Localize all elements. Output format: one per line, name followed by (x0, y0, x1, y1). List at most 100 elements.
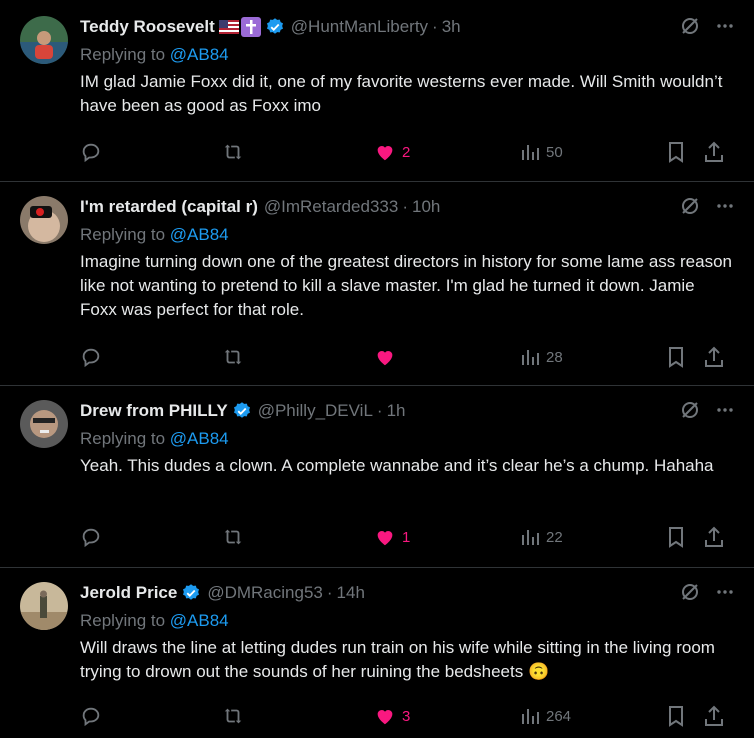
reply-icon (82, 707, 100, 727)
like-count: 3 (402, 707, 411, 725)
views-button[interactable]: 28 (520, 347, 563, 367)
more-options-icon[interactable] (716, 583, 734, 601)
separator-dot: · (402, 197, 408, 216)
bookmark-icon (669, 347, 683, 368)
more-options-icon[interactable] (716, 17, 734, 35)
like-count: 2 (402, 143, 411, 161)
view-count: 28 (546, 348, 563, 366)
author-name[interactable]: Jerold Price (80, 583, 177, 603)
views-chart-icon (522, 530, 539, 545)
avatar[interactable] (20, 196, 68, 244)
like-count: 1 (402, 528, 411, 546)
timestamp[interactable]: 14h (337, 583, 365, 603)
reply-mention-link[interactable]: @AB84 (170, 225, 229, 244)
grok-icon[interactable] (680, 16, 700, 36)
reply-button[interactable] (80, 526, 102, 548)
share-icon (705, 526, 723, 547)
tweet[interactable]: Drew from PHILLY @Philly_DEViL · 1h Repl… (0, 386, 754, 568)
author-handle[interactable]: @HuntManLiberty (291, 17, 428, 37)
reply-button[interactable] (80, 346, 102, 368)
repost-button[interactable] (222, 705, 244, 727)
separator-dot: · (376, 401, 383, 420)
share-icon (705, 346, 723, 367)
repost-icon (224, 144, 242, 160)
repost-button[interactable] (222, 141, 244, 163)
replying-to-line: Replying to @AB84 (80, 45, 229, 64)
timestamp[interactable]: 3h (442, 17, 461, 37)
like-button[interactable] (374, 346, 402, 368)
tweet-text: Will draws the line at letting dudes run… (80, 638, 715, 681)
share-button[interactable] (704, 346, 724, 368)
heart-icon (377, 146, 393, 161)
author-handle[interactable]: @Philly_DEViL (258, 401, 373, 421)
reply-mention-link[interactable]: @AB84 (170, 611, 229, 630)
share-button[interactable] (704, 141, 724, 163)
reply-button[interactable] (80, 705, 102, 727)
share-icon (705, 141, 723, 162)
tweet[interactable]: Jerold Price @DMRacing53 · 14h Replying … (0, 568, 754, 738)
like-button[interactable]: 1 (374, 526, 410, 548)
avatar[interactable] (20, 582, 68, 630)
grok-icon[interactable] (680, 582, 700, 602)
tweet-text: IM glad Jamie Foxx did it, one of my fav… (80, 72, 723, 115)
share-button[interactable] (704, 705, 724, 727)
verified-badge-icon (183, 584, 200, 600)
bookmark-button[interactable] (666, 526, 686, 548)
like-button[interactable]: 2 (374, 141, 410, 163)
tweet-text: Imagine turning down one of the greatest… (80, 252, 733, 319)
replying-to-line: Replying to @AB84 (80, 611, 229, 630)
views-button[interactable]: 264 (520, 706, 571, 726)
like-button[interactable]: 3 (374, 705, 410, 727)
timestamp[interactable]: 10h (412, 197, 440, 217)
repost-button[interactable] (222, 346, 244, 368)
repost-icon (224, 529, 242, 545)
bookmark-button[interactable] (666, 346, 686, 368)
author-handle[interactable]: @DMRacing53 (207, 583, 323, 603)
views-chart-icon (522, 709, 539, 724)
share-button[interactable] (704, 526, 724, 548)
tweet[interactable]: I'm retarded (capital r) @ImRetarded333 … (0, 182, 754, 386)
author-name[interactable]: Drew from PHILLY (80, 401, 228, 421)
repost-icon (224, 708, 242, 724)
bookmark-button[interactable] (666, 141, 686, 163)
bookmark-icon (669, 706, 683, 727)
tweet[interactable]: Teddy Roosevelt @HuntManLiberty · 3h Rep… (0, 0, 754, 182)
separator-dot: · (326, 583, 333, 602)
replying-to-line: Replying to @AB84 (80, 225, 229, 244)
views-button[interactable]: 22 (520, 527, 563, 547)
avatar[interactable] (20, 400, 68, 448)
view-count: 50 (546, 143, 563, 161)
reply-mention-link[interactable]: @AB84 (170, 45, 229, 64)
more-options-icon[interactable] (716, 401, 734, 419)
view-count: 264 (546, 707, 572, 725)
latin-cross-icon (240, 17, 261, 37)
heart-icon (377, 710, 393, 725)
share-icon (705, 705, 723, 726)
author-handle[interactable]: @ImRetarded333 (264, 197, 398, 217)
author-name[interactable]: I'm retarded (capital r) (80, 197, 258, 217)
avatar[interactable] (20, 16, 68, 64)
repost-icon (224, 349, 242, 365)
more-options-icon[interactable] (716, 197, 734, 215)
heart-icon (377, 351, 393, 366)
grok-icon[interactable] (680, 400, 700, 420)
reply-icon (82, 528, 100, 548)
views-button[interactable]: 50 (520, 142, 563, 162)
replying-to-line: Replying to @AB84 (80, 429, 229, 448)
bookmark-button[interactable] (666, 705, 686, 727)
separator-dot: · (432, 17, 438, 36)
reply-icon (82, 348, 100, 368)
reply-mention-link[interactable]: @AB84 (170, 429, 229, 448)
views-chart-icon (522, 350, 539, 365)
repost-button[interactable] (222, 526, 244, 548)
bookmark-icon (669, 142, 683, 163)
author-name[interactable]: Teddy Roosevelt (80, 17, 215, 37)
reply-button[interactable] (80, 141, 102, 163)
reply-icon (82, 143, 100, 163)
verified-badge-icon (266, 18, 283, 34)
us-flag-icon (218, 20, 239, 34)
verified-badge-icon (233, 402, 250, 418)
heart-icon (377, 531, 393, 546)
grok-icon[interactable] (680, 196, 700, 216)
timestamp[interactable]: 1h (387, 401, 406, 421)
